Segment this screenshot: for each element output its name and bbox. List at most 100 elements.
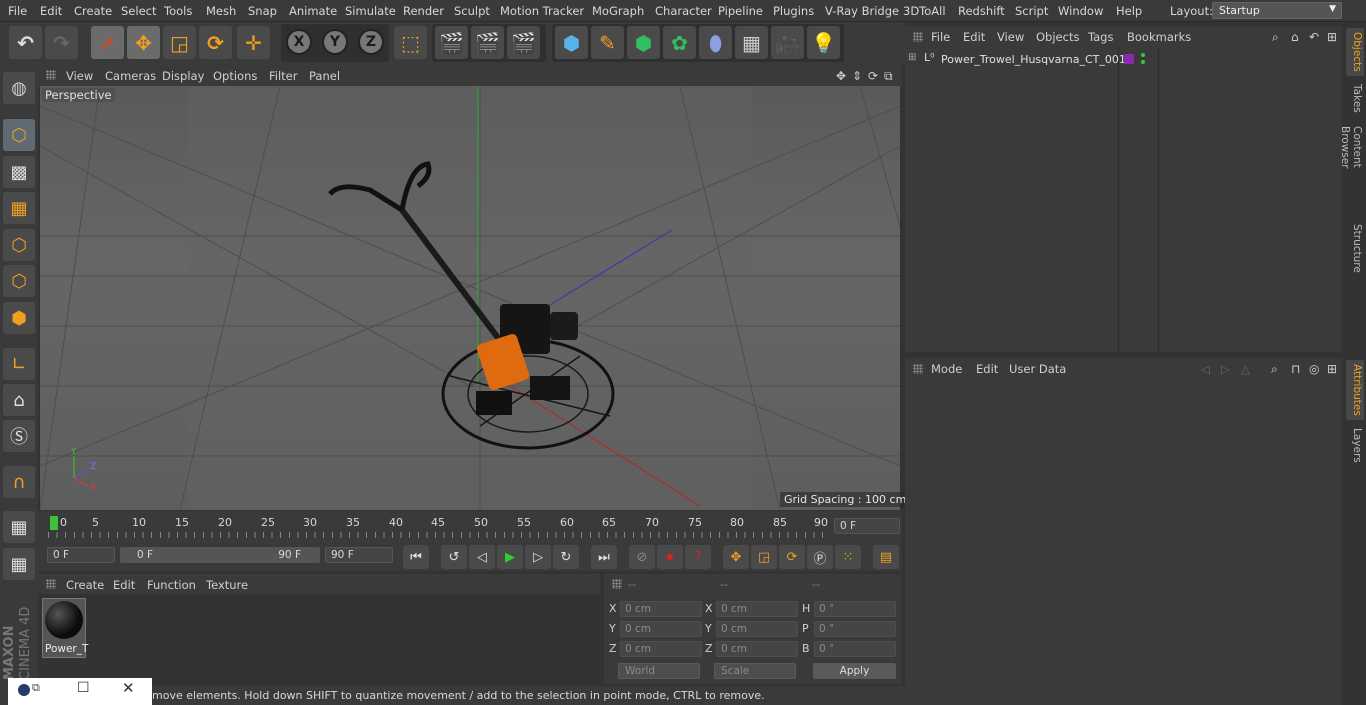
menu-redshift[interactable]: Redshift (958, 4, 1005, 18)
forward-arrow-icon[interactable]: ▷ (1221, 362, 1230, 376)
tab-takes[interactable]: Takes (1346, 80, 1364, 120)
menu-snap[interactable]: Snap (248, 4, 277, 18)
floor-button[interactable]: ▦ (735, 26, 768, 59)
menu-plugins[interactable]: Plugins (773, 4, 814, 18)
transform-tool-button[interactable]: ✛ (237, 26, 270, 59)
menu-simulate[interactable]: Simulate (345, 4, 396, 18)
rot-h-field[interactable]: 0 ° (814, 601, 896, 617)
pos-z-field[interactable]: 0 cm (620, 641, 702, 657)
material-menu-edit[interactable]: Edit (113, 578, 135, 592)
next-frame-button[interactable]: ▷ (525, 545, 551, 569)
prev-frame-button[interactable]: ◁ (469, 545, 495, 569)
play-button[interactable]: ▶ (497, 545, 523, 569)
rotate-tool-button[interactable]: ⟳ (199, 26, 232, 59)
menu-character[interactable]: Character (655, 4, 712, 18)
keyframe-selection-button[interactable]: ? (685, 545, 711, 569)
viewport-menu-display[interactable]: Display (162, 69, 204, 83)
pos-y-field[interactable]: 0 cm (620, 621, 702, 637)
size-x-field[interactable]: 0 cm (716, 601, 798, 617)
timeline-ruler[interactable]: 0 5 10 15 20 25 30 35 40 45 50 55 60 65 … (48, 514, 830, 540)
material-item[interactable]: Power_T (42, 598, 88, 658)
record-keys-button[interactable]: ⊘ (629, 545, 655, 569)
viewport-3d[interactable]: Y Z X (40, 86, 900, 510)
size-z-field[interactable]: 0 cm (716, 641, 798, 657)
render-picture-viewer-button[interactable]: 🎬 (471, 26, 504, 59)
orbit-icon[interactable]: ⟳ (868, 69, 878, 83)
back-icon[interactable]: ↶ (1309, 30, 1319, 44)
key-parameter-button[interactable]: Ⓟ (807, 545, 833, 569)
live-selection-button[interactable]: ➚ (91, 26, 124, 59)
playhead[interactable] (50, 516, 58, 530)
tweak-mode-button[interactable]: ⌂ (3, 384, 35, 416)
x-axis-button[interactable]: X (286, 29, 312, 55)
objects-menu-tags[interactable]: Tags (1088, 30, 1113, 44)
cube-button[interactable]: ⬢ (555, 26, 588, 59)
deformer-button[interactable]: ⬮ (699, 26, 732, 59)
object-row[interactable]: ⊞ L⁰ Power_Trowel_Husqvarna_CT_001 (905, 51, 1342, 69)
attributes-menu-mode[interactable]: Mode (931, 362, 962, 376)
render-view-button[interactable]: 🎬 (435, 26, 468, 59)
search-icon[interactable]: ⌕ (1272, 30, 1279, 45)
menu-mograph[interactable]: MoGraph (592, 4, 644, 18)
object-name[interactable]: Power_Trowel_Husqvarna_CT_001 (941, 53, 1126, 66)
cloner-button[interactable]: ✿ (663, 26, 696, 59)
redo-button[interactable]: ↷ (45, 26, 78, 59)
objects-menu-bookmarks[interactable]: Bookmarks (1127, 30, 1191, 44)
size-y-field[interactable]: 0 cm (716, 621, 798, 637)
current-frame-field[interactable]: 0 F (834, 518, 900, 534)
key-rotation-button[interactable]: ⟳ (779, 545, 805, 569)
material-menu-function[interactable]: Function (147, 578, 196, 592)
next-key-button[interactable]: ↻ (553, 545, 579, 569)
menu-mesh[interactable]: Mesh (206, 4, 236, 18)
workplane-lock-button[interactable]: ▦ (3, 511, 35, 543)
edges-mode-button[interactable]: ⬡ (3, 265, 35, 297)
attributes-menu-user-data[interactable]: User Data (1009, 362, 1066, 376)
tab-content-browser[interactable]: Content Browser (1339, 122, 1364, 214)
frame-range-slider[interactable]: 0 F 90 F (120, 547, 320, 563)
key-position-button[interactable]: ✥ (723, 545, 749, 569)
texture-mode-button[interactable]: ▩ (3, 156, 35, 188)
planar-workplane-button[interactable]: ▦ (3, 548, 35, 580)
back-arrow-icon[interactable]: ◁ (1201, 362, 1210, 376)
go-to-end-button[interactable]: ⏭ (591, 545, 617, 569)
menu-tools[interactable]: Tools (164, 4, 192, 18)
coordinate-system-button[interactable]: ⬚ (394, 26, 427, 59)
menu-sculpt[interactable]: Sculpt (454, 4, 490, 18)
layer-color-swatch[interactable] (1124, 54, 1134, 64)
pen-button[interactable]: ✎ (591, 26, 624, 59)
editor-visibility-dot[interactable] (1141, 53, 1145, 57)
polygons-mode-button[interactable]: ⬢ (3, 302, 35, 334)
render-visibility-dot[interactable] (1141, 60, 1145, 64)
key-pla-button[interactable]: ⁙ (835, 545, 861, 569)
start-frame-field[interactable]: 0 F (47, 547, 115, 563)
objects-menu-objects[interactable]: Objects (1036, 30, 1079, 44)
key-scale-button[interactable]: ◲ (751, 545, 777, 569)
new-window-icon[interactable]: ⊞ (1327, 30, 1337, 44)
prev-key-button[interactable]: ↺ (441, 545, 467, 569)
make-editable-button[interactable]: ◍ (3, 72, 35, 104)
menu-vray-bridge[interactable]: V-Ray Bridge (825, 4, 899, 18)
coord-mode-select[interactable]: World (618, 663, 700, 679)
render-settings-button[interactable]: 🎬 (507, 26, 540, 59)
dolly-icon[interactable]: ⇕ (852, 69, 862, 83)
tab-attributes[interactable]: Attributes (1346, 360, 1364, 420)
layout-select[interactable]: Startup ▼ (1212, 2, 1342, 19)
viewport-menu-options[interactable]: Options (213, 69, 257, 83)
search-icon[interactable]: ⌕ (1271, 362, 1278, 377)
new-window-icon[interactable]: ⊞ (1327, 362, 1337, 376)
viewport-menu-cameras[interactable]: Cameras (105, 69, 156, 83)
material-menu-create[interactable]: Create (66, 578, 104, 592)
menu-help[interactable]: Help (1116, 4, 1142, 18)
timeline-window-button[interactable]: ▤ (873, 545, 899, 569)
z-axis-button[interactable]: Z (358, 29, 384, 55)
objects-menu-file[interactable]: File (931, 30, 950, 44)
objects-menu-edit[interactable]: Edit (963, 30, 985, 44)
material-menu-texture[interactable]: Texture (206, 578, 248, 592)
up-arrow-icon[interactable]: △ (1241, 362, 1250, 376)
coord-scale-select[interactable]: Scale (714, 663, 796, 679)
model-mode-button[interactable]: ⬡ (3, 119, 35, 151)
lock-icon[interactable]: ⊓ (1291, 362, 1300, 376)
menu-pipeline[interactable]: Pipeline (718, 4, 763, 18)
rot-b-field[interactable]: 0 ° (814, 641, 896, 657)
tab-structure[interactable]: Structure (1346, 220, 1364, 276)
